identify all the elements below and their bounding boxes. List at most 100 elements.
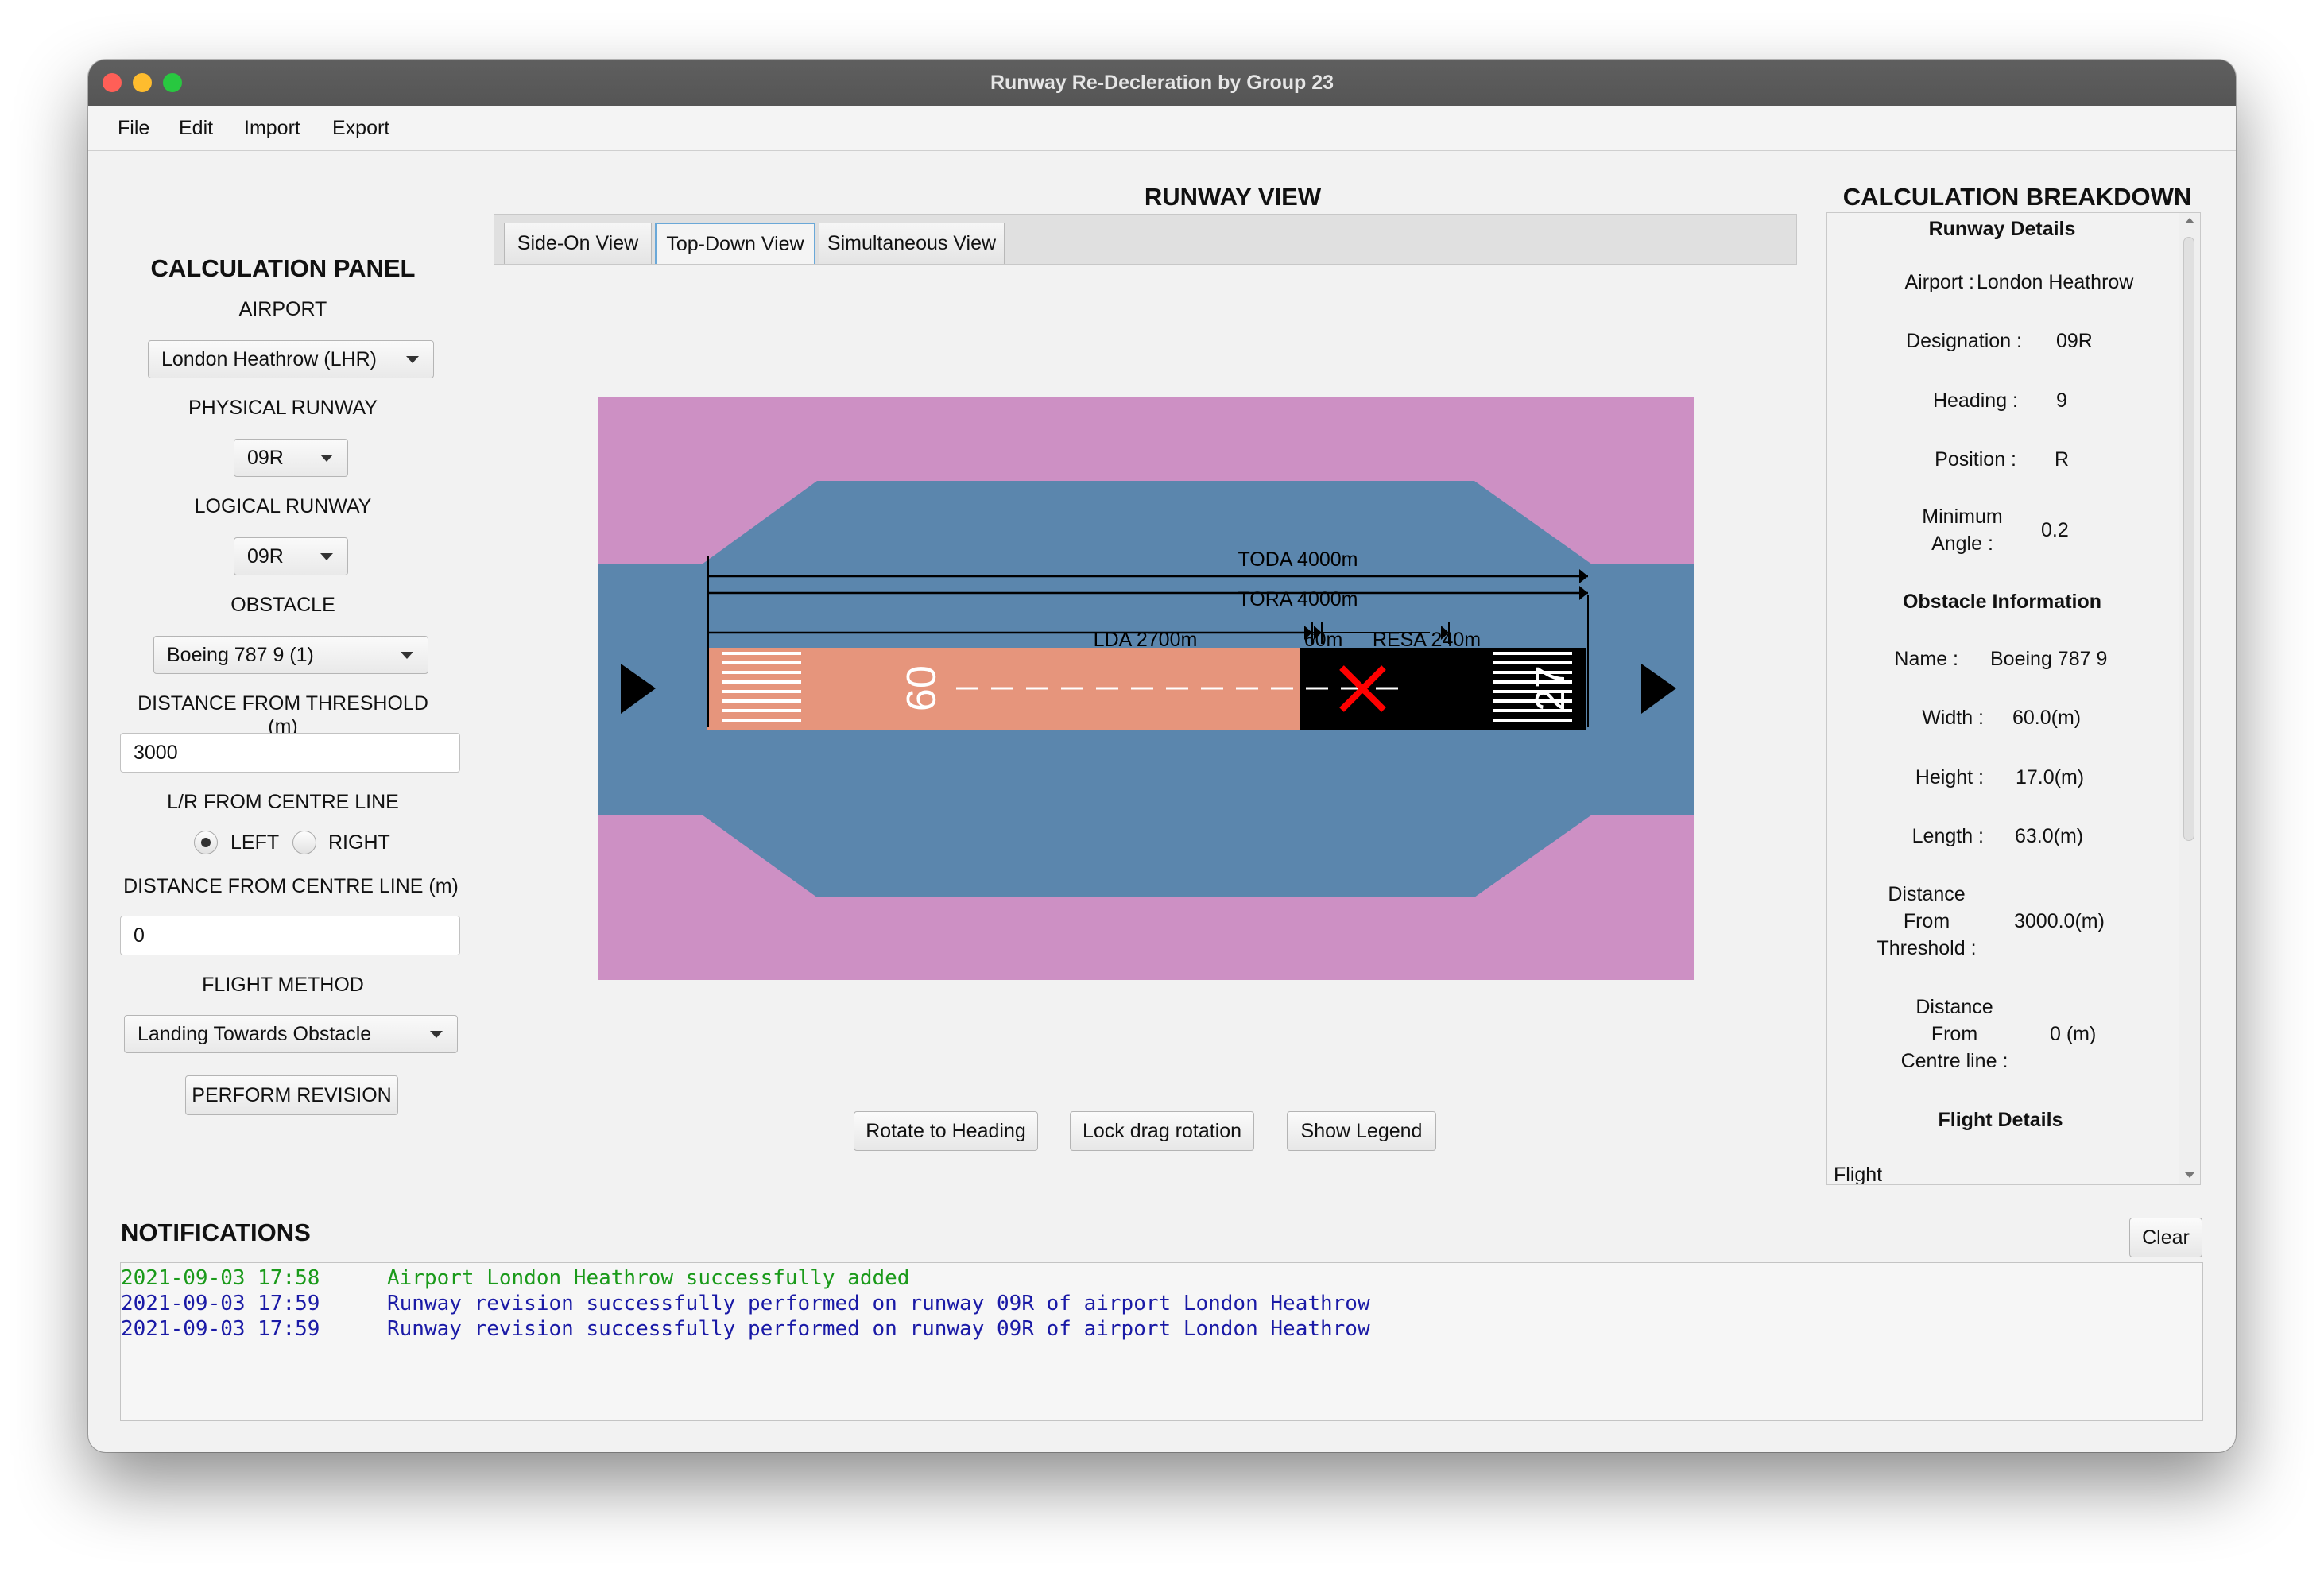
bd-dft-label-3: Threshold : [1877,937,1977,959]
chevron-down-icon [320,455,333,462]
menu-export[interactable]: Export [332,106,389,150]
logical-runway-label: LOGICAL RUNWAY [194,495,372,517]
physical-runway-select[interactable]: 09R [234,439,348,477]
notification-time: 2021-09-03 17:59 [121,1292,320,1315]
runway-details-heading: Runway Details [1928,218,2076,240]
distance-centre-label: DISTANCE FROM CENTRE LINE (m) [123,875,459,897]
bd-width-label: Width : [1922,707,1984,729]
notification-time: 2021-09-03 17:59 [121,1317,320,1341]
obstacle-select-value: Boeing 787 9 (1) [167,644,314,666]
logical-runway-value: 09R [247,545,284,568]
bd-width-value: 60.0(m) [2012,707,2082,729]
chevron-down-icon [406,356,419,363]
notifications-title: NOTIFICATIONS [121,1218,311,1246]
lda-label: LDA 2700m [1094,629,1198,651]
perform-revision-button[interactable]: PERFORM REVISION [185,1075,398,1115]
bd-designation-label: Designation : [1906,330,2022,352]
bd-dft-label-1: Distance [1888,883,1966,905]
breakdown-scrollbar[interactable] [2179,213,2200,1184]
rotate-to-heading-button[interactable]: Rotate to Heading [854,1111,1038,1151]
title-bar: Runway Re-Decleration by Group 23 [88,60,2236,107]
bd-height-value: 17.0(m) [2016,766,2085,788]
flight-method-select[interactable]: Landing Towards Obstacle [124,1015,458,1053]
menu-edit[interactable]: Edit [179,106,213,150]
window-title: Runway Re-Decleration by Group 23 [990,72,1334,94]
bd-length-label: Length : [1911,825,1984,847]
sixty-m-label: 60m [1304,629,1343,651]
bd-heading-label: Heading : [1932,389,2018,412]
lock-drag-rotation-button[interactable]: Lock drag rotation [1070,1111,1254,1151]
tab-top-down-view[interactable]: Top-Down View [655,223,815,264]
airport-select[interactable]: London Heathrow (LHR) [148,340,434,378]
flight-details-heading: Flight Details [1938,1109,2063,1131]
calc-breakdown-panel[interactable]: Runway Details Airport : London Heathrow… [1826,212,2201,1185]
calc-panel-title: CALCULATION PANEL [150,254,416,282]
menu-bar: File Edit Import Export [88,106,2236,151]
runway-view-title: RUNWAY VIEW [1144,183,1322,211]
physical-runway-label: PHYSICAL RUNWAY [188,397,378,419]
show-legend-button[interactable]: Show Legend [1287,1111,1436,1151]
bd-heading-value: 9 [2056,389,2067,412]
lower-cleared-area [702,815,1592,897]
bd-dfc-value: 0 (m) [2050,1023,2097,1045]
distance-threshold-label: DISTANCE FROM THRESHOLD (m) [138,692,428,738]
notification-message: Airport London Heathrow successfully add… [387,1266,910,1290]
chevron-down-icon [430,1031,443,1038]
right-radio-label: RIGHT [328,831,390,854]
bd-dfc-label-1: Distance [1915,996,1993,1018]
bd-dfc-label-2: From [1931,1023,1978,1045]
toda-label: TODA 4000m [1238,548,1358,571]
clear-notifications-button[interactable]: Clear [2129,1218,2202,1257]
tab-simultaneous-view[interactable]: Simultaneous View [819,223,1005,264]
notification-row: 2021-09-03 17:58 [121,1266,320,1290]
calc-breakdown-title: CALCULATION BREAKDOWN [1842,183,2192,211]
obstacle-info-heading: Obstacle Information [1902,591,2102,613]
tab-side-on-view[interactable]: Side-On View [504,223,652,264]
logical-runway-select[interactable]: 09R [234,537,348,575]
bd-length-value: 63.0(m) [2015,825,2084,847]
radio-selected-dot [201,838,211,847]
view-tabs: Side-On View Top-Down View Simultaneous … [494,214,1797,265]
obstacle-select[interactable]: Boeing 787 9 (1) [153,636,428,674]
bd-position-value: R [2055,448,2070,471]
notifications-log[interactable]: 2021-09-03 17:58 Airport London Heathrow… [120,1262,2203,1421]
flight-method-label: FLIGHT METHOD [202,974,364,996]
notification-message: Runway revision successfully performed o… [387,1317,1370,1341]
bd-name-value: Boeing 787 9 [1990,648,2108,670]
app-window: Runway Re-Decleration by Group 23 File E… [88,60,2236,1452]
distance-threshold-input[interactable]: 3000 [120,733,460,773]
flight-method-value: Landing Towards Obstacle [138,1023,372,1045]
runway-designator-09: 09 [897,665,943,711]
physical-runway-value: 09R [247,447,284,469]
resa-label: RESA 240m [1373,629,1481,651]
bd-airport-label: Airport : [1904,271,1974,293]
bd-dfc-label-3: Centre line : [1900,1050,2008,1072]
tora-label: TORA 4000m [1238,588,1358,610]
airport-label: AIRPORT [238,298,327,320]
menu-file[interactable]: File [118,106,149,150]
breakdown-scroll-thumb[interactable] [2183,237,2194,841]
right-radio[interactable] [292,831,316,854]
bd-flight-label: Flight [1834,1164,1883,1185]
bd-name-label: Name : [1894,648,1958,670]
scroll-down-icon[interactable] [2185,1172,2194,1178]
notification-message: Runway revision successfully performed o… [387,1292,1370,1315]
notification-time: 2021-09-03 17:58 [121,1266,320,1290]
bd-dft-value: 3000.0(m) [2014,910,2105,932]
bd-position-label: Position : [1935,448,2016,471]
distance-centre-input[interactable]: 0 [120,916,460,955]
runway-designator-27: 27 [1528,665,1574,711]
bd-dft-label-2: From [1903,910,1950,932]
scroll-up-icon[interactable] [2185,218,2194,223]
bd-min-angle-label-2: Angle : [1931,533,1993,555]
left-radio[interactable] [194,831,218,854]
left-radio-label: LEFT [230,831,280,854]
menu-import[interactable]: Import [244,106,300,150]
bd-min-angle-label-1: Minimum [1922,506,2003,528]
bd-height-label: Height : [1915,766,1984,788]
lr-centre-line-label: L/R FROM CENTRE LINE [167,791,399,813]
upper-cleared-area [702,481,1592,564]
chevron-down-icon [320,553,333,560]
bd-designation-value: 09R [2056,330,2093,352]
runway-top-down-canvas[interactable]: 09 27 TODA 4000m TORA 4000m LDA 2700m 60… [598,397,1694,980]
